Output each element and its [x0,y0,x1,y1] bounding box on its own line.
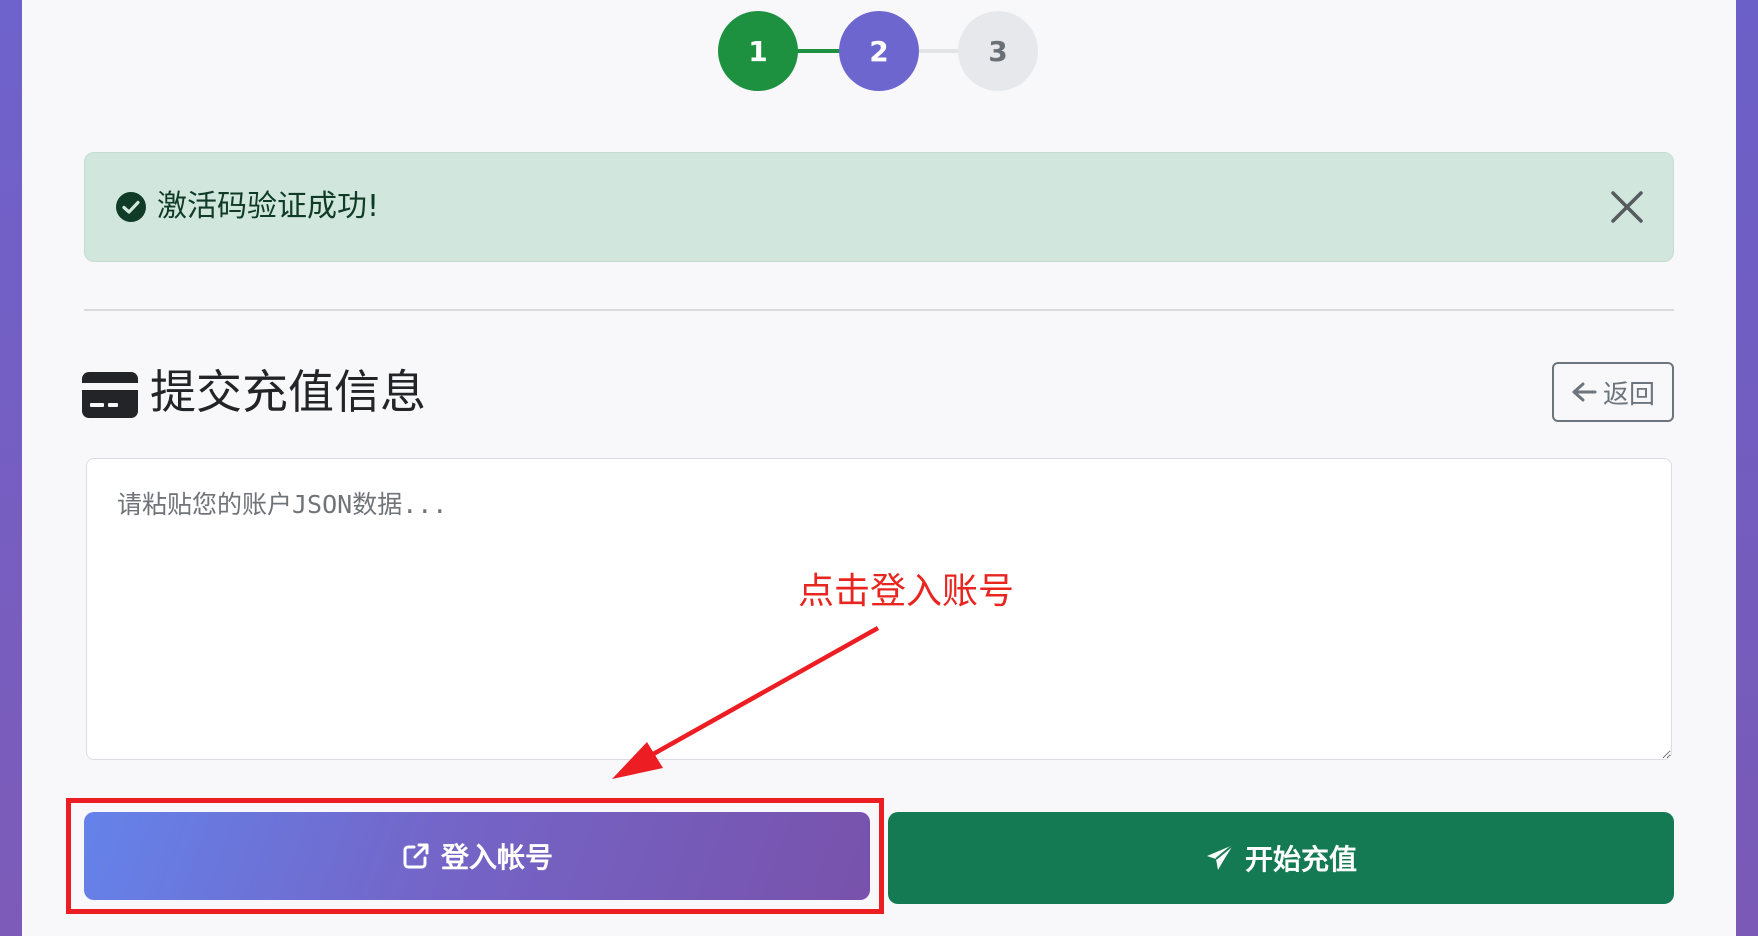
close-icon[interactable] [1605,185,1649,229]
step-2-active: 2 [839,11,919,91]
background-frame-left [0,0,22,936]
send-icon [1206,844,1234,870]
section-divider [84,309,1674,311]
alert-message: 激活码验证成功! [157,189,380,224]
back-button-label: 返回 [1602,379,1655,410]
section-title: 提交充值信息 [150,365,426,419]
annotation-label: 点击登入账号 [798,571,1015,612]
login-account-button[interactable]: 登入帐号 [84,812,870,900]
external-link-icon [403,843,429,869]
background-frame-right [1736,0,1758,936]
progress-stepper: 1 2 3 [718,11,1040,91]
credit-card-icon [82,372,138,418]
start-recharge-button[interactable]: 开始充值 [888,812,1674,904]
success-alert: 激活码验证成功! [84,152,1674,262]
arrow-left-icon [1572,382,1597,402]
start-button-label: 开始充值 [1244,843,1357,876]
step-connector-2 [917,49,960,53]
step-3-pending: 3 [958,11,1038,91]
check-circle-icon [116,192,146,222]
step-1-completed: 1 [718,11,798,91]
back-button[interactable]: 返回 [1552,362,1674,422]
login-button-label: 登入帐号 [440,841,553,874]
step-connector-1 [796,49,841,53]
